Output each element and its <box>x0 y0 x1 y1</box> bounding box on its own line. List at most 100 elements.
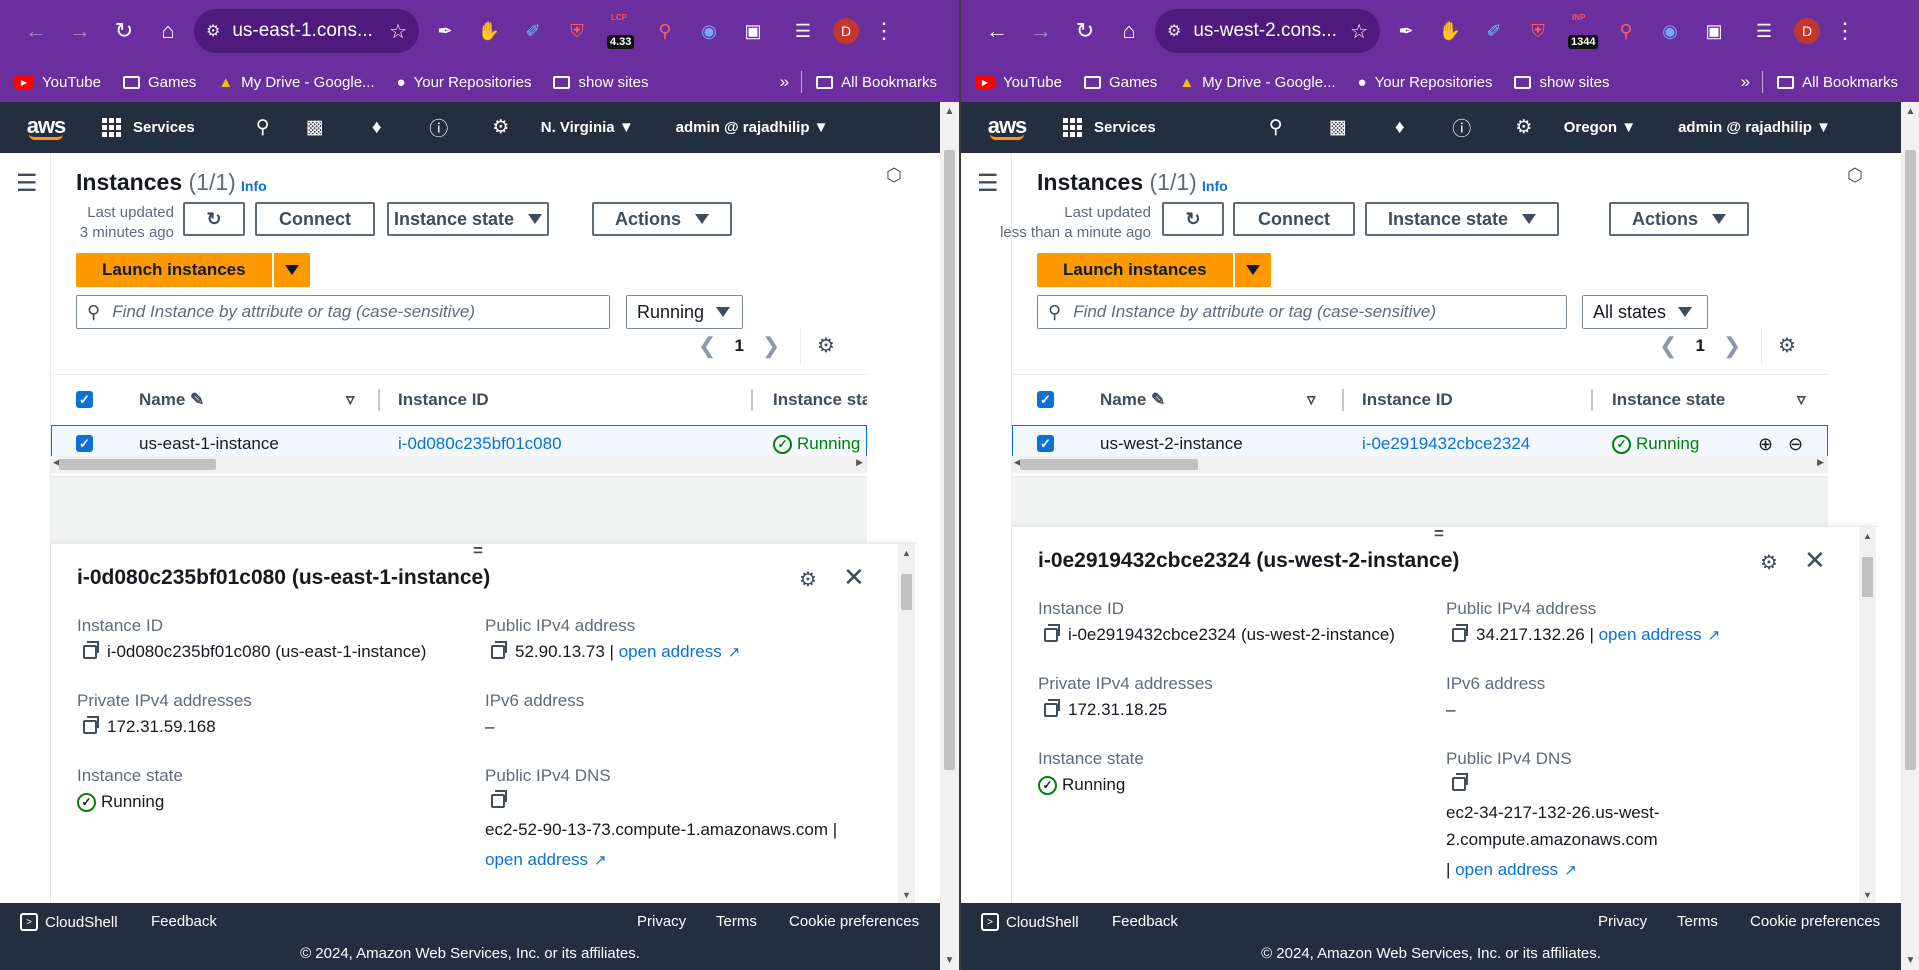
next-page-icon[interactable]: ❯ <box>1723 333 1741 359</box>
more-bookmarks-chevron-icon[interactable]: » <box>780 72 789 92</box>
cloudshell-icon[interactable]: ▩ <box>1318 102 1358 153</box>
notifications-bell-icon[interactable]: ♦ <box>357 102 397 153</box>
web-vitals-extension-icon[interactable]: INP 1344 <box>1564 11 1600 51</box>
details-settings-gear-icon[interactable]: ⚙ <box>1760 550 1778 575</box>
bookmark-star-icon[interactable]: ☆ <box>1350 19 1368 44</box>
home-icon[interactable]: ⌂ <box>146 9 190 53</box>
copy-icon[interactable] <box>1452 773 1468 791</box>
feedback-link[interactable]: Feedback <box>151 913 217 930</box>
stop-hand-extension-icon[interactable]: ✋ <box>471 11 507 51</box>
extensions-puzzle-icon[interactable]: ▣ <box>735 11 771 51</box>
actions-button[interactable]: Actions <box>592 202 732 236</box>
help-icon[interactable]: ⓘ <box>1442 102 1482 153</box>
table-horizontal-scrollbar[interactable]: ◀ ▶ <box>1012 456 1828 473</box>
table-horizontal-scrollbar[interactable]: ◀ ▶ <box>51 456 867 473</box>
site-settings-icon[interactable]: ⚙ <box>1167 21 1181 41</box>
settings-gear-icon[interactable]: ⚙ <box>481 102 521 153</box>
state-filter-select[interactable]: All states <box>1582 295 1708 329</box>
side-nav-menu-icon[interactable]: ☰ <box>977 169 999 198</box>
services-menu[interactable]: Services <box>133 119 195 136</box>
bookmark-games[interactable]: Games <box>1083 74 1157 91</box>
help-panel-icon[interactable]: ⬡ <box>883 165 905 187</box>
search-icon[interactable]: ⚲ <box>243 102 283 153</box>
back-icon[interactable]: ← <box>975 9 1019 53</box>
settings-gear-icon[interactable]: ⚙ <box>1504 102 1544 153</box>
side-nav-menu-icon[interactable]: ☰ <box>16 169 38 198</box>
open-address-link[interactable]: open address <box>1455 860 1558 880</box>
table-preferences-gear-icon[interactable]: ⚙ <box>817 333 835 358</box>
stop-hand-extension-icon[interactable]: ✋ <box>1432 11 1468 51</box>
terms-link[interactable]: Terms <box>1677 913 1718 930</box>
bookmark-my-drive[interactable]: ▲ My Drive - Google... <box>1179 74 1335 91</box>
eyedropper-extension-icon[interactable]: ✒ <box>427 11 463 51</box>
launch-instances-button[interactable]: Launch instances <box>76 253 272 287</box>
media-queue-icon[interactable]: ☰ <box>1746 11 1782 51</box>
row-checkbox[interactable]: ✓ <box>1037 435 1054 452</box>
region-selector[interactable]: Oregon ▼ <box>1564 119 1636 136</box>
more-bookmarks-chevron-icon[interactable]: » <box>1741 72 1750 92</box>
details-vertical-scrollbar[interactable]: ▲ ▼ <box>1859 527 1876 903</box>
instance-state-button[interactable]: Instance state <box>387 202 549 236</box>
column-separator[interactable] <box>751 389 753 411</box>
feedback-link[interactable]: Feedback <box>1112 913 1178 930</box>
terms-link[interactable]: Terms <box>716 913 757 930</box>
media-queue-icon[interactable]: ☰ <box>785 11 821 51</box>
info-link[interactable]: Info <box>1202 178 1228 194</box>
instance-search-input[interactable]: ⚲ Find Instance by attribute or tag (case… <box>1037 295 1567 329</box>
cookie-preferences-link[interactable]: Cookie preferences <box>1750 913 1880 930</box>
notifications-bell-icon[interactable]: ♦ <box>1380 102 1420 153</box>
page-vertical-scrollbar[interactable]: ▲ ▼ <box>1901 102 1919 970</box>
connect-button[interactable]: Connect <box>255 202 375 236</box>
privacy-link[interactable]: Privacy <box>1598 913 1647 930</box>
back-icon[interactable]: ← <box>14 9 58 53</box>
bookmark-youtube[interactable]: ▶ YouTube <box>975 74 1062 91</box>
help-panel-icon[interactable]: ⬡ <box>1844 165 1866 187</box>
launch-instances-button[interactable]: Launch instances <box>1037 253 1233 287</box>
profile-avatar[interactable]: D <box>1794 18 1820 44</box>
launch-dropdown-button[interactable] <box>1232 253 1271 287</box>
bookmark-star-icon[interactable]: ☆ <box>389 19 407 44</box>
instance-search-input[interactable]: ⚲ Find Instance by attribute or tag (case… <box>76 295 610 329</box>
account-menu[interactable]: admin @ rajadhilip ▼ <box>1678 119 1831 136</box>
site-settings-icon[interactable]: ⚙ <box>206 21 220 41</box>
bookmark-your-repositories[interactable]: ● Your Repositories <box>397 74 532 91</box>
help-icon[interactable]: ⓘ <box>419 102 459 153</box>
bookmark-games[interactable]: Games <box>122 74 196 91</box>
bookmark-youtube[interactable]: ▶ YouTube <box>14 74 101 91</box>
table-preferences-gear-icon[interactable]: ⚙ <box>1778 333 1796 358</box>
cloudshell-icon[interactable]: ▩ <box>295 102 335 153</box>
copy-icon[interactable] <box>1044 624 1060 642</box>
reload-icon[interactable]: ↻ <box>1063 9 1107 53</box>
page-vertical-scrollbar[interactable]: ▲ ▼ <box>940 102 959 970</box>
row-checkbox[interactable]: ✓ <box>76 435 93 452</box>
reload-icon[interactable]: ↻ <box>102 9 146 53</box>
column-separator[interactable] <box>1591 389 1593 411</box>
next-page-icon[interactable]: ❯ <box>762 333 780 359</box>
web-vitals-extension-icon[interactable]: LCP 4.33 <box>603 11 639 51</box>
services-grid-icon[interactable] <box>102 118 121 137</box>
prev-page-icon[interactable]: ❮ <box>1659 333 1677 359</box>
profile-avatar[interactable]: D <box>833 18 859 44</box>
home-icon[interactable]: ⌂ <box>1107 9 1151 53</box>
bookmark-show-sites[interactable]: show sites <box>553 74 649 91</box>
extensions-puzzle-icon[interactable]: ▣ <box>1696 11 1732 51</box>
search-extension-icon[interactable]: ⚲ <box>1608 11 1644 51</box>
browser-menu-icon[interactable]: ⋮ <box>1834 18 1856 44</box>
refresh-button[interactable]: ↻ <box>183 202 245 236</box>
column-separator[interactable] <box>378 389 380 411</box>
external-link-icon[interactable]: ↗ <box>728 643 741 661</box>
address-bar[interactable]: ⚙ us-west-2.cons... ☆ <box>1155 9 1380 53</box>
external-link-icon[interactable]: ↗ <box>1708 626 1721 644</box>
sort-icon[interactable]: ▿ <box>1797 375 1806 425</box>
aws-logo[interactable]: aws <box>22 115 70 140</box>
lens-extension-icon[interactable]: ◉ <box>691 11 727 51</box>
privacy-link[interactable]: Privacy <box>637 913 686 930</box>
sort-icon[interactable]: ▿ <box>1307 375 1316 425</box>
cloudshell-button[interactable]: > CloudShell <box>20 913 118 931</box>
column-header-instance-state[interactable]: Instance state <box>1612 375 1725 425</box>
details-vertical-scrollbar[interactable]: ▲ ▼ <box>898 544 915 903</box>
resize-handle-icon[interactable]: = <box>1434 527 1444 542</box>
aws-logo[interactable]: aws <box>983 115 1031 140</box>
column-separator[interactable] <box>1342 389 1344 411</box>
shield-extension-icon[interactable]: ⛨ <box>559 11 595 51</box>
